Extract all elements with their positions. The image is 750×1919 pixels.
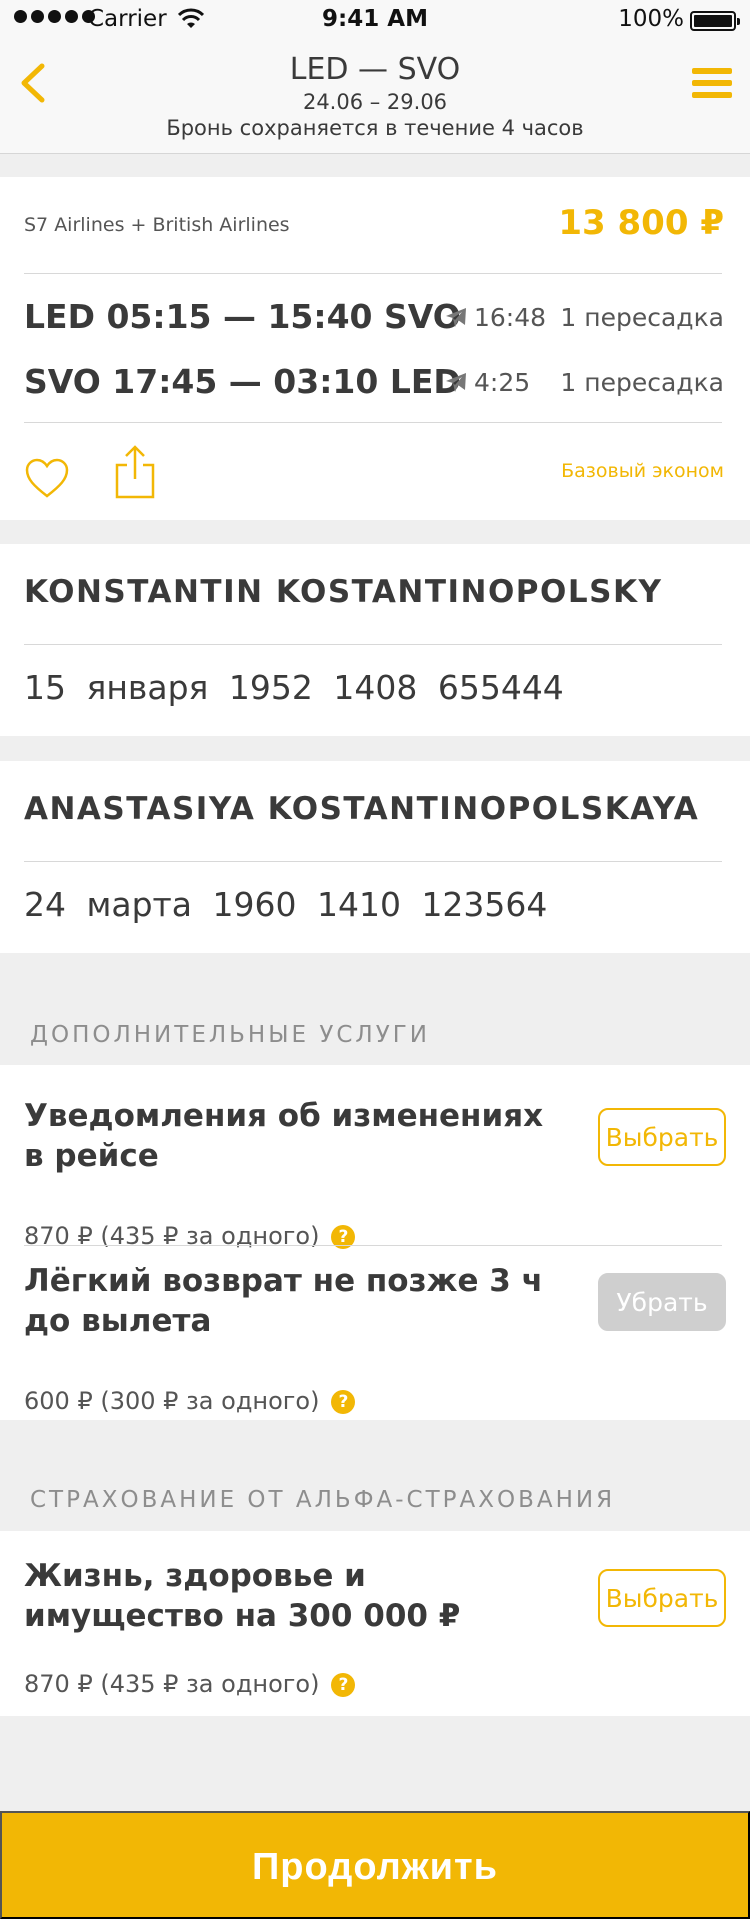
passenger-details: 24 марта 1960 1410 123564 [24,885,547,924]
divider [24,422,722,423]
menu-icon[interactable] [692,68,732,102]
plane-icon [446,308,466,327]
insurance-section-title: СТРАХОВАНИЕ ОТ АЛЬФА-СТРАХОВАНИЯ [30,1487,616,1513]
trip-dates: 24.06 – 29.06 [302,90,448,114]
airlines-label: S7 Airlines + British Airlines [24,214,290,236]
segment-stops: 1 пересадка [560,368,724,397]
total-price: 13 800 ₽ [558,203,724,243]
service-price: 600 ₽ (300 ₽ за одного)? [24,1387,356,1415]
service-price: 870 ₽ (435 ₽ за одного)? [24,1670,356,1698]
flight-segment-return: SVO 17:45 — 03:10 LED 4:25 1 пересадка [24,358,724,408]
navigation-header: LED — SVO 24.06 – 29.06 Бронь сохраняетс… [0,40,750,154]
service-title: Лёгкий возврат не позже 3 ч до вылета [24,1263,543,1339]
select-service-button[interactable]: Выбрать [598,1108,726,1166]
plane-icon [446,373,466,392]
passenger-document-number: 1408 655444 [333,668,564,707]
insurance-card: Жизнь, здоровье и имущество на 300 000 ₽… [0,1531,750,1716]
select-insurance-button[interactable]: Выбрать [598,1569,726,1627]
help-icon[interactable]: ? [331,1673,356,1697]
service-title: Жизнь, здоровье и имущество на 300 000 ₽ [24,1558,461,1634]
divider [24,861,722,862]
flight-summary-card: S7 Airlines + British Airlines 13 800 ₽ … [0,177,750,520]
passenger-card[interactable]: KONSTANTIN KOSTANTINOPOLSKY 15 января 19… [0,544,750,736]
extras-section-title: ДОПОЛНИТЕЛЬНЫЕ УСЛУГИ [30,1022,430,1048]
segment-stops: 1 пересадка [560,303,724,332]
segment-route: SVO 17:45 — 03:10 LED [24,362,461,401]
battery-percent: 100% [618,6,684,32]
segment-route: LED 05:15 — 15:40 SVO [24,297,461,336]
service-title: Уведомления об изменениях в рейсе [24,1098,544,1174]
passenger-birth-date: 15 января 1952 [24,668,313,707]
fare-class-link[interactable]: Базовый эконом [561,460,724,482]
status-bar: Carrier 9:41 AM 100% [0,0,750,40]
heart-icon[interactable] [24,457,70,499]
page-title: LED — SVO [289,52,461,87]
continue-button[interactable]: Продолжить [0,1811,750,1919]
passenger-details: 15 января 1952 1408 655444 [24,668,564,707]
passenger-name: KONSTANTIN KOSTANTINOPOLSKY [24,574,663,610]
divider [24,273,722,274]
service-price-text: 600 ₽ (300 ₽ за одного) [24,1387,320,1415]
share-icon[interactable] [114,445,156,499]
flight-segment-outbound: LED 05:15 — 15:40 SVO 16:48 1 пересадка [24,293,724,343]
battery-icon [690,11,740,31]
service-price-text: 870 ₽ (435 ₽ за одного) [24,1670,320,1698]
passenger-card[interactable]: ANASTASIYA KOSTANTINOPOLSKAYA 24 марта 1… [0,761,750,953]
segment-duration: 16:48 [474,303,547,332]
segment-duration: 4:25 [474,368,531,397]
remove-service-button[interactable]: Убрать [598,1273,726,1331]
passenger-document-number: 1410 123564 [316,885,548,924]
extras-card: Уведомления об изменениях в рейсе 870 ₽ … [0,1065,750,1420]
divider [24,1245,722,1246]
passenger-name: ANASTASIYA KOSTANTINOPOLSKAYA [24,791,700,827]
help-icon[interactable]: ? [331,1390,356,1414]
divider [24,644,722,645]
passenger-birth-date: 24 марта 1960 [24,885,297,924]
booking-hold-note: Бронь сохраняется в течение 4 часов [166,116,584,140]
